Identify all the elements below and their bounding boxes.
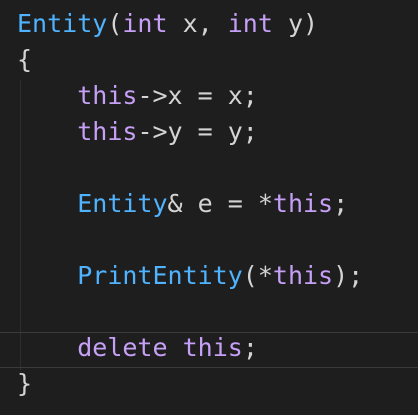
code-token: PrintEntity: [77, 261, 243, 290]
code-token: ->y = y;: [137, 117, 258, 146]
code-token: this: [272, 261, 334, 290]
code-token: ;: [333, 189, 349, 218]
code-token: delete: [77, 333, 168, 362]
code-token: Entity: [77, 189, 168, 218]
code-token: ->x = x;: [137, 81, 258, 110]
code-token: }: [17, 369, 33, 398]
code-token: int: [122, 9, 168, 38]
code-line[interactable]: PrintEntity(*this);: [17, 258, 363, 294]
code-token: ;: [242, 333, 258, 362]
code-token: int: [227, 9, 273, 38]
code-line[interactable]: delete this;: [17, 330, 258, 366]
code-token: (: [107, 9, 123, 38]
code-line[interactable]: this->y = y;: [17, 114, 258, 150]
code-token: this: [272, 189, 334, 218]
code-editor[interactable]: Entity(int x, int y){ this->x = x; this-…: [0, 0, 418, 415]
code-line[interactable]: Entity(int x, int y): [17, 6, 318, 42]
code-token: this: [77, 117, 138, 146]
code-token: {: [17, 45, 33, 74]
code-token: );: [333, 261, 364, 290]
code-token: this: [77, 81, 138, 110]
code-token: this: [182, 333, 243, 362]
code-token: y): [272, 9, 319, 38]
code-token: & e = *: [167, 189, 273, 218]
code-token: (*: [242, 261, 273, 290]
code-line[interactable]: {: [17, 42, 32, 78]
code-line[interactable]: }: [17, 366, 32, 402]
code-line[interactable]: Entity& e = *this;: [17, 186, 348, 222]
code-token: x,: [167, 9, 228, 38]
code-line[interactable]: this->x = x;: [17, 78, 258, 114]
code-token: Entity: [17, 9, 108, 38]
